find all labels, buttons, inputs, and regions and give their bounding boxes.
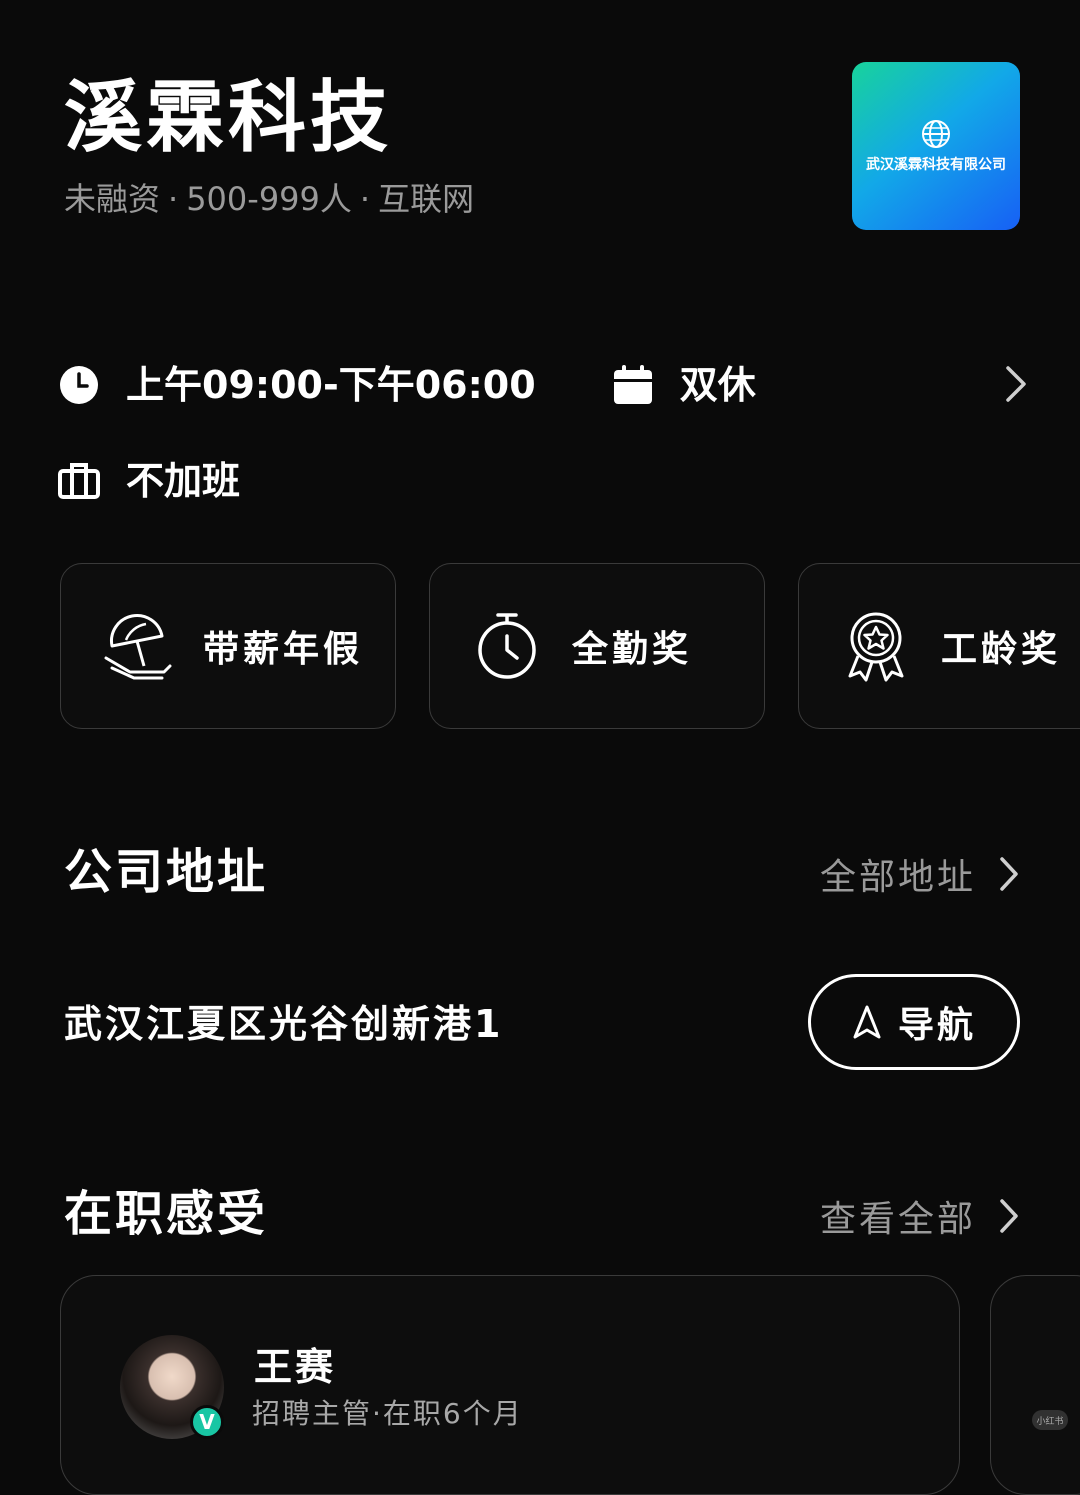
navigate-button[interactable]: 导航: [808, 974, 1020, 1070]
chevron-right-icon: [1000, 1199, 1018, 1233]
benefit-card-paid-leave[interactable]: 带薪年假: [60, 563, 396, 729]
globe-icon: [922, 120, 950, 148]
logo-text: 武汉溪霖科技有限公司: [866, 157, 1006, 173]
benefit-label: 工龄奖: [941, 629, 1062, 670]
meta-separator: ·: [359, 180, 371, 218]
benefit-label: 带薪年假: [203, 629, 364, 670]
company-logo: 武汉溪霖科技有限公司: [852, 62, 1020, 230]
work-schedule-row[interactable]: 上午09:00-下午06:00 双休: [58, 358, 1028, 412]
company-size: 500-999人: [186, 180, 352, 218]
company-address: 武汉江夏区光谷创新港1: [64, 1002, 504, 1046]
view-all-reviews-link[interactable]: 查看全部: [808, 1190, 1020, 1242]
review-card-next[interactable]: [990, 1275, 1080, 1495]
verified-badge: V: [190, 1405, 224, 1439]
company-meta: 未融资 · 500-999人 · 互联网: [64, 176, 474, 222]
all-addresses-link[interactable]: 全部地址: [808, 848, 1020, 900]
industry: 互联网: [378, 180, 475, 218]
overtime-policy: 不加班: [126, 459, 241, 503]
briefcase-icon: [58, 460, 100, 502]
watermark: 小红书: [1032, 1410, 1068, 1430]
stopwatch-icon: [470, 609, 544, 683]
chevron-right-icon: [1006, 366, 1026, 402]
view-all-label: 查看全部: [819, 1199, 976, 1240]
navigation-arrow-icon: [853, 1005, 881, 1039]
clock-icon: [58, 364, 100, 406]
benefit-card-seniority-bonus[interactable]: 工龄奖: [798, 563, 1080, 729]
all-addresses-label: 全部地址: [819, 857, 976, 898]
reviewer-meta: 招聘主管·在职6个月: [252, 1397, 523, 1430]
reviews-section-title: 在职感受: [64, 1186, 269, 1242]
work-hours: 上午09:00-下午06:00: [126, 363, 536, 407]
address-section-title: 公司地址: [64, 844, 269, 900]
chevron-right-icon: [1000, 857, 1018, 891]
company-name: 溪霖科技: [64, 73, 393, 163]
benefit-label: 全勤奖: [572, 629, 693, 670]
calendar-icon: [612, 364, 654, 406]
benefit-card-attendance-bonus[interactable]: 全勤奖: [429, 563, 765, 729]
overtime-row: 不加班: [58, 454, 240, 508]
meta-separator: ·: [168, 180, 179, 218]
rest-days: 双休: [679, 363, 756, 407]
beach-umbrella-icon: [101, 609, 175, 683]
award-badge-icon: [839, 609, 913, 683]
navigate-label: 导航: [897, 1005, 976, 1046]
funding-stage: 未融资: [64, 180, 161, 218]
reviewer-name: 王赛: [254, 1345, 337, 1389]
